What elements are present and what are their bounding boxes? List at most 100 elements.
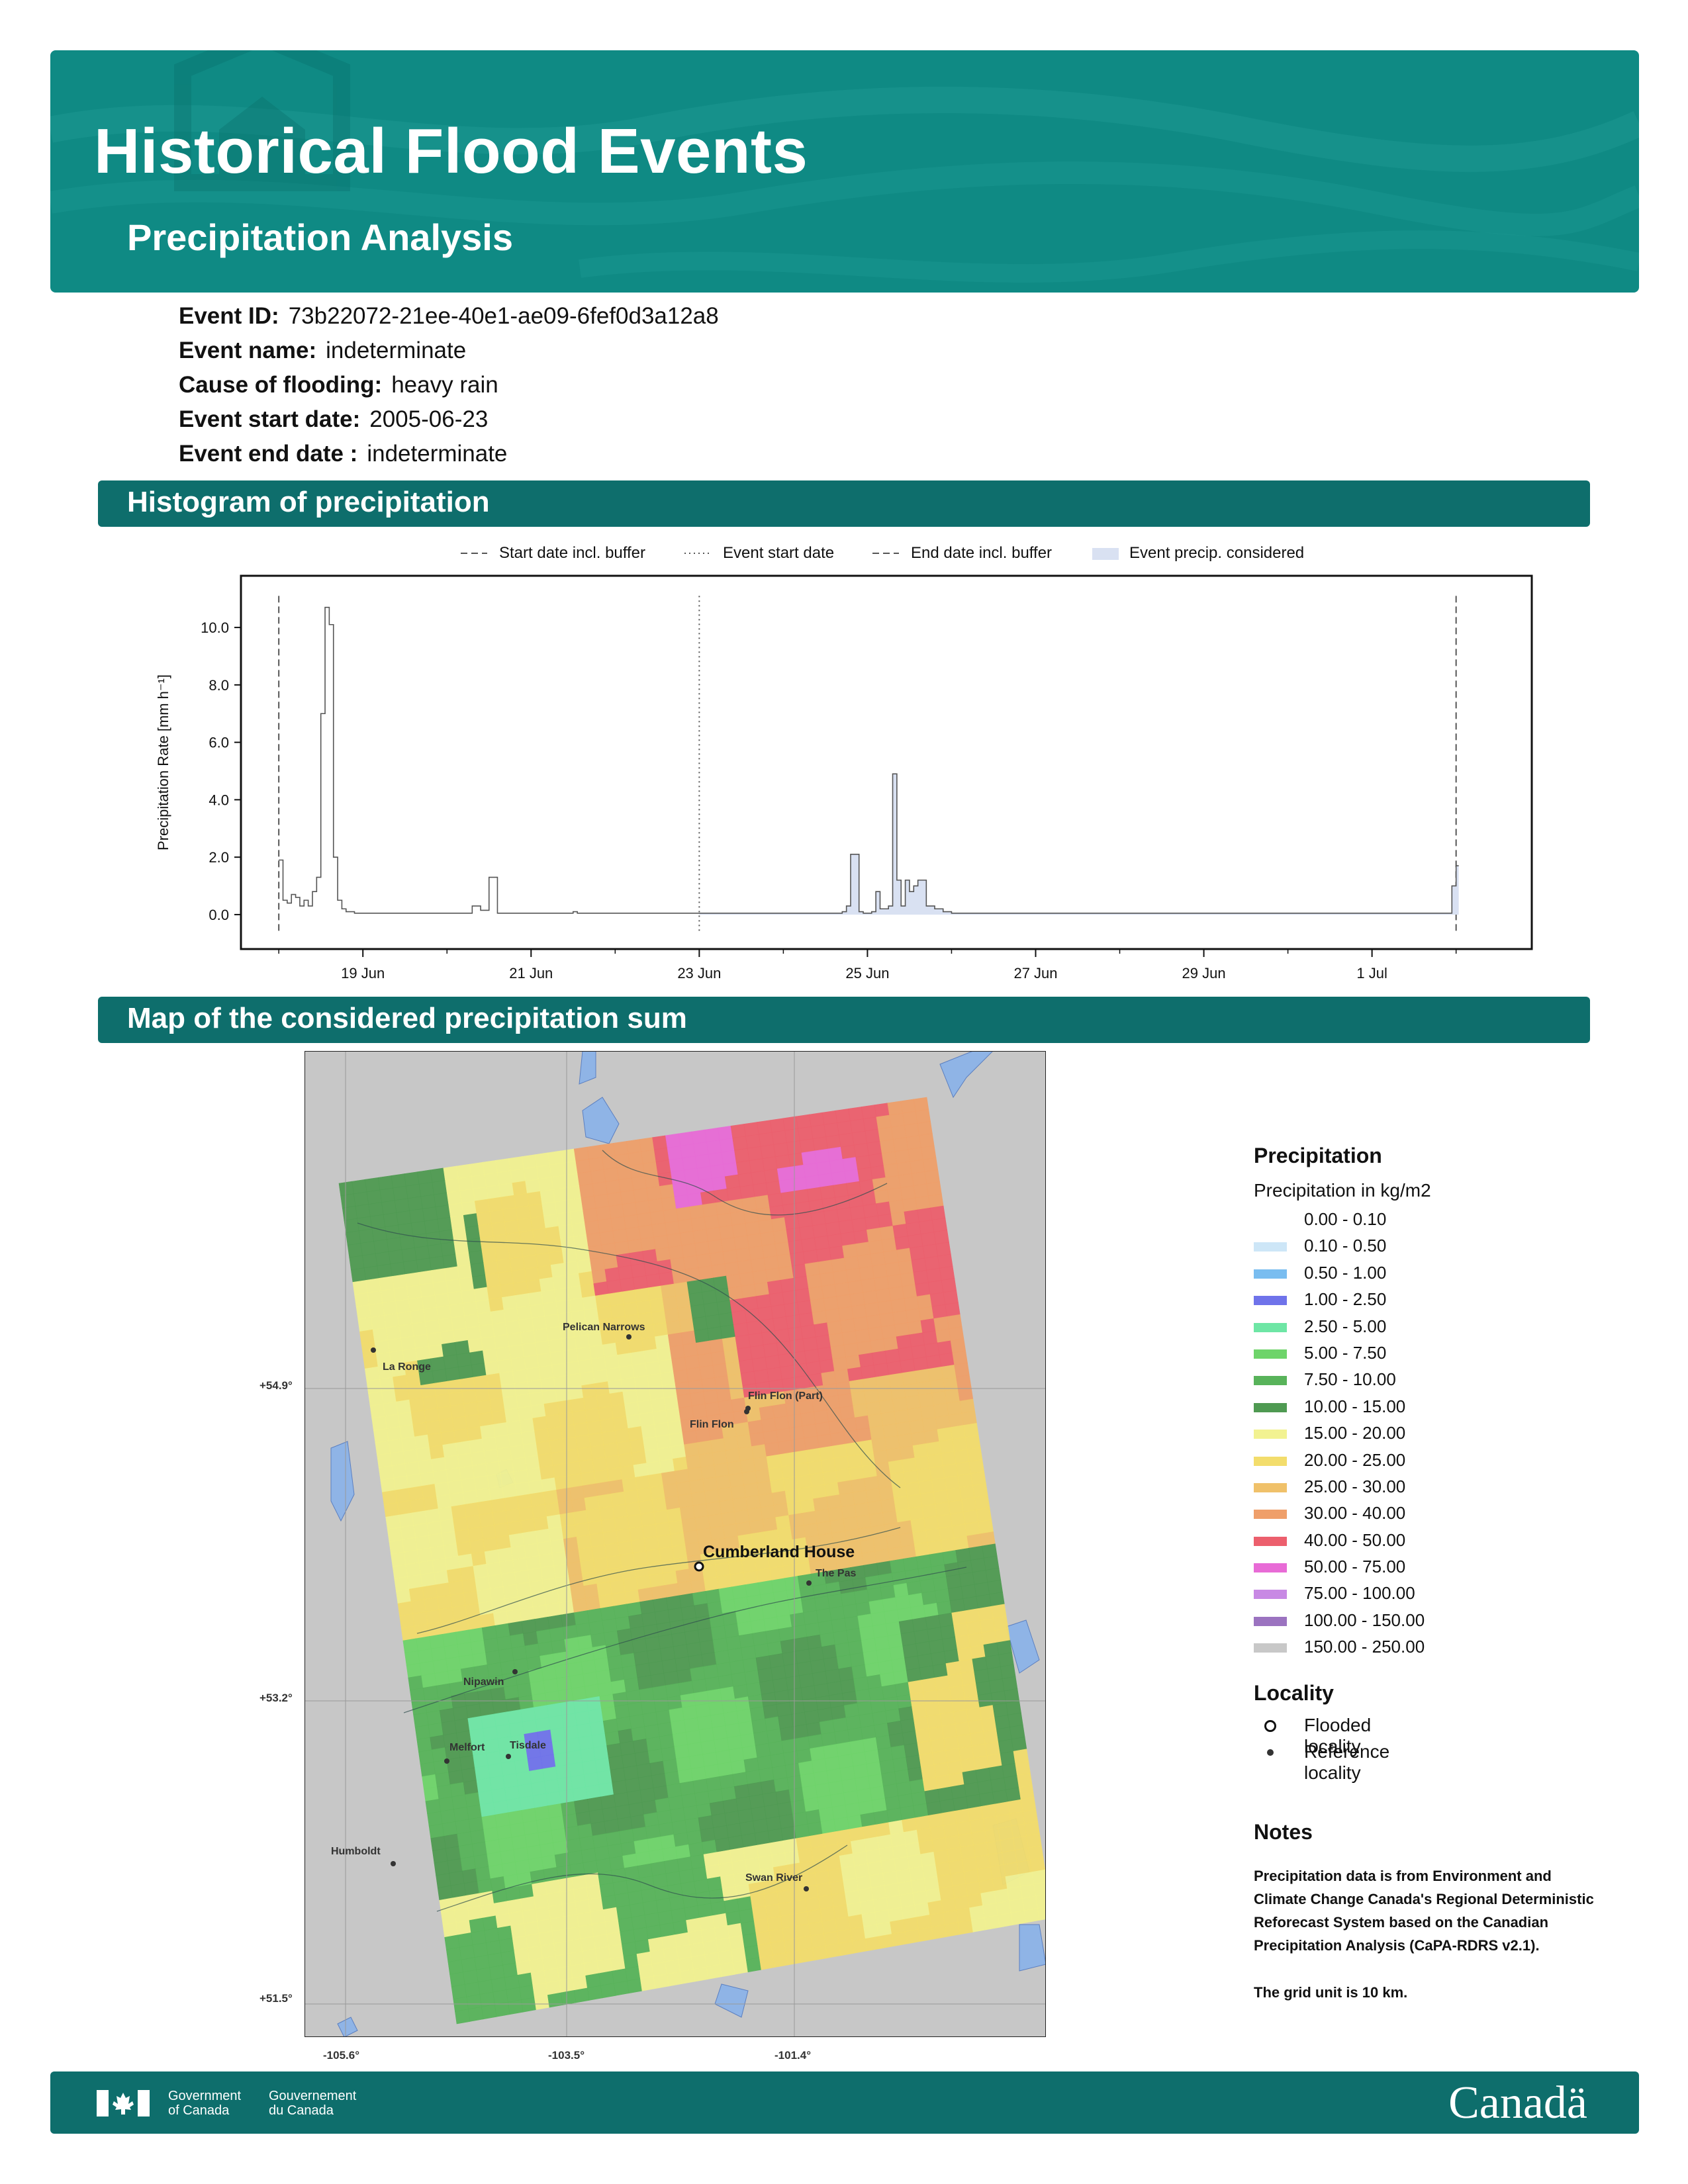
grid-cell: [559, 1512, 575, 1527]
grid-cell: [774, 1416, 790, 1431]
grid-cell: [575, 1710, 590, 1726]
grid-cell: [546, 1326, 562, 1341]
grid-cell: [814, 1508, 831, 1524]
grid-cell: [672, 1182, 688, 1197]
grid-cell: [430, 1735, 445, 1751]
grid-cell: [709, 1800, 726, 1816]
grid-cell: [412, 1510, 428, 1525]
grid-cell: [434, 1570, 449, 1586]
grid-cell: [547, 1992, 563, 2008]
grid-cell: [506, 1987, 522, 2003]
grid-cell: [739, 1271, 755, 1287]
grid-cell: [679, 1406, 694, 1421]
grid-cell: [872, 1623, 888, 1639]
grid-cell: [667, 1607, 684, 1623]
grid-cell: [908, 1147, 923, 1162]
grid-cell: [450, 1883, 467, 1899]
grid-cell: [713, 1825, 729, 1841]
grid-cell: [487, 1851, 502, 1867]
grid-cell: [699, 1365, 715, 1380]
grid-cell: [827, 1233, 843, 1248]
grid-cell: [749, 1706, 765, 1721]
grid-cell: [624, 1677, 639, 1692]
grid-cell: [590, 1357, 606, 1372]
grid-cell: [857, 1614, 873, 1629]
grid-cell: [492, 1699, 508, 1715]
precipitation-map: La RongePelican NarrowsFlin Flon (Part)F…: [305, 1051, 1046, 2037]
grid-cell: [808, 1647, 824, 1662]
grid-cell: [880, 1139, 896, 1154]
grid-cell: [827, 1320, 843, 1336]
grid-cell: [974, 1495, 990, 1510]
grid-cell: [577, 1359, 594, 1374]
grid-cell: [964, 1782, 980, 1797]
grid-cell: [664, 1582, 680, 1598]
grid-cell: [599, 1230, 615, 1246]
grid-cell: [545, 1791, 561, 1806]
grid-cell: [586, 1696, 602, 1711]
grid-cell: [765, 1355, 780, 1370]
grid-cell: [955, 1721, 970, 1737]
grid-cell: [639, 1137, 655, 1152]
grid-cell: [639, 1412, 655, 1427]
grid-cell: [682, 1805, 699, 1821]
precipitation-histogram-chart: 0.02.04.06.08.010.0Precipitation Rate [m…: [155, 574, 1533, 981]
grid-cell: [1027, 1845, 1044, 1860]
grid-cell: [800, 1685, 816, 1701]
grid-cell: [974, 1582, 990, 1597]
grid-cell: [500, 1950, 516, 1966]
grid-cell: [540, 1943, 556, 1959]
grid-cell: [504, 1974, 520, 1990]
grid-cell: [588, 1708, 604, 1724]
grid-cell: [581, 1383, 597, 1398]
grid-cell: [798, 1399, 814, 1414]
grid-cell: [557, 1588, 573, 1603]
grid-cell: [420, 1282, 436, 1298]
grid-cell: [454, 1907, 470, 1923]
place-label: La Ronge: [383, 1361, 431, 1373]
grid-cell: [465, 1704, 482, 1719]
grid-cell: [557, 1776, 573, 1792]
grid-cell: [688, 1842, 704, 1857]
grid-cell: [753, 1918, 770, 1934]
grid-cell: [742, 1933, 758, 1948]
grid-cell: [509, 1256, 525, 1271]
grid-cell: [946, 1487, 962, 1502]
grid-cell: [668, 1795, 684, 1811]
grid-cell: [406, 1662, 422, 1678]
grid-cell: [698, 1265, 714, 1281]
grid-cell: [970, 1917, 987, 1933]
grid-cell: [582, 1483, 598, 1498]
grid-cell: [583, 1860, 598, 1876]
grid-cell: [853, 1764, 868, 1779]
grid-cell: [837, 1480, 853, 1495]
grid-cell: [839, 1853, 855, 1869]
grid-cell: [574, 1987, 590, 2003]
grid-cell: [643, 1623, 659, 1639]
grid-cell: [957, 1387, 974, 1402]
precip-legend-swatch: [1254, 1216, 1287, 1225]
grid-cell: [442, 1922, 458, 1938]
grid-cell: [834, 1729, 850, 1745]
grid-cell: [697, 1627, 714, 1643]
grid-cell: [786, 1227, 802, 1242]
grid-cell: [427, 1432, 444, 1447]
grid-cell: [673, 1644, 689, 1659]
grid-cell: [449, 1870, 465, 1886]
grid-cell: [759, 1680, 775, 1695]
grid-cell: [382, 1300, 398, 1316]
grid-cell: [919, 1665, 935, 1680]
grid-cell: [524, 1354, 539, 1370]
grid-cell: [648, 1198, 664, 1213]
grid-cell: [819, 1359, 835, 1374]
grid-cell: [430, 1646, 447, 1662]
grid-cell: [962, 1683, 978, 1698]
grid-cell: [678, 1956, 694, 1972]
grid-cell: [704, 1214, 720, 1230]
grid-cell: [458, 1365, 474, 1380]
grid-cell: [799, 1225, 815, 1240]
grid-cell: [946, 1574, 962, 1589]
grid-cell: [416, 1636, 432, 1651]
place-label: Melfort: [449, 1742, 485, 1753]
grid-cell: [794, 1375, 810, 1390]
